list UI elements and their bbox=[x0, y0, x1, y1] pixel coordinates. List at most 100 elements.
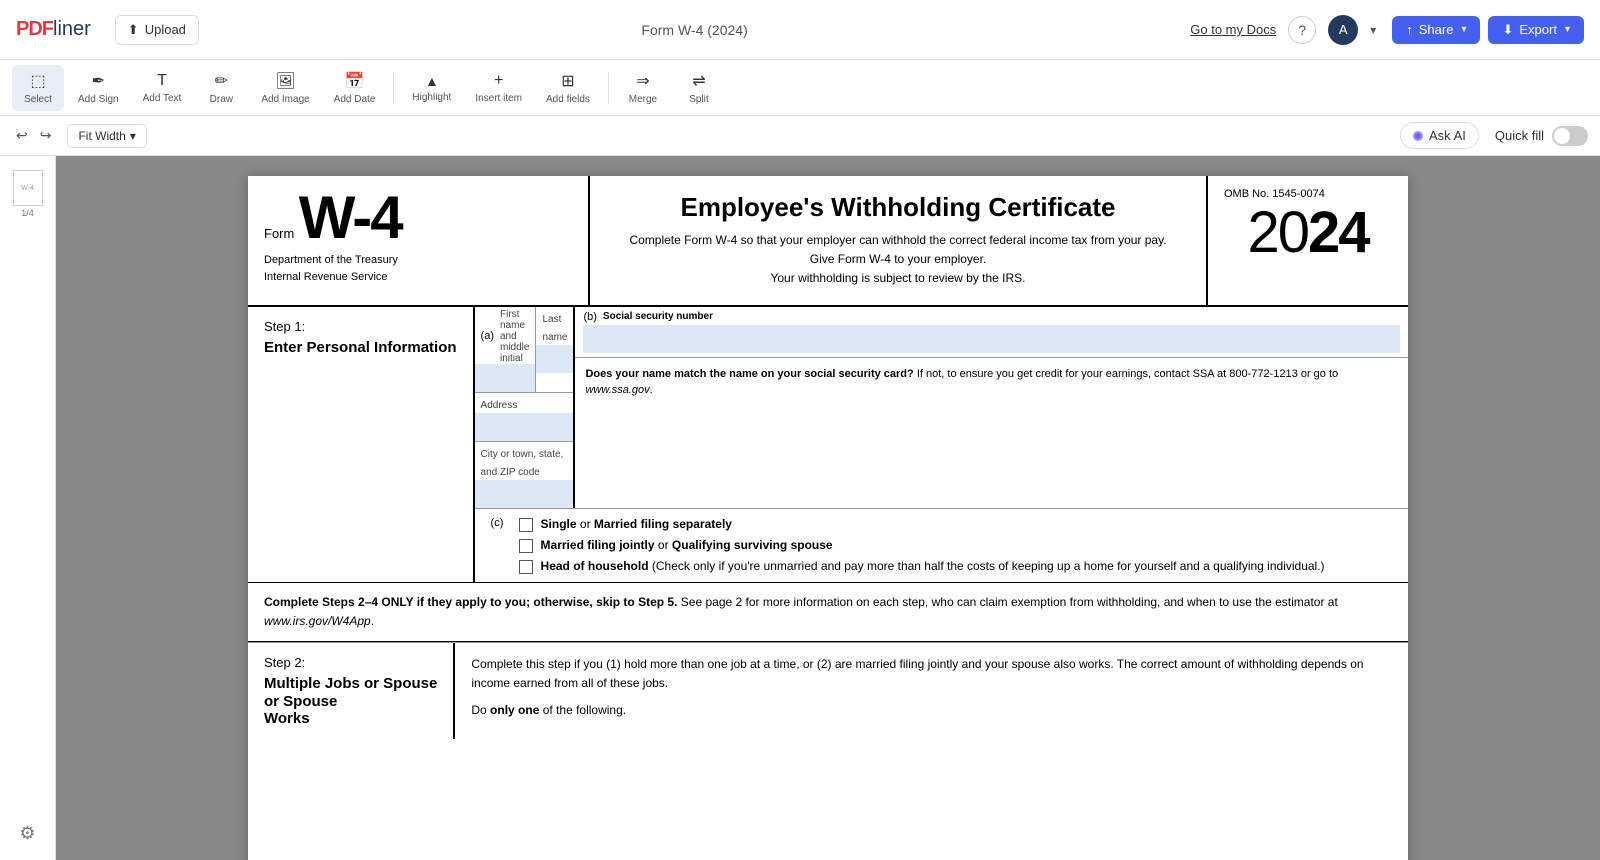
step2-num: Step 2: bbox=[264, 655, 437, 670]
toolbar: ⬚ Select ✒ Add Sign T Add Text ✏ Draw 🖼 … bbox=[0, 60, 1600, 116]
w4-header-center: Employee's Withholding Certificate Compl… bbox=[588, 176, 1208, 305]
upload-button[interactable]: ⬆ Upload bbox=[115, 15, 199, 45]
draw-tool[interactable]: ✏ Draw bbox=[195, 65, 247, 111]
help-button[interactable]: ? bbox=[1288, 16, 1316, 44]
ssn-input[interactable] bbox=[583, 325, 1400, 353]
subtitle-3: Your withholding is subject to review by… bbox=[606, 269, 1190, 288]
thumb-image-1: W-4 bbox=[13, 170, 43, 206]
ask-ai-label: Ask AI bbox=[1429, 128, 1466, 143]
city-cell: City or town, state, and ZIP code bbox=[475, 442, 574, 508]
highlight-tool[interactable]: ▲ Highlight bbox=[402, 67, 461, 109]
right-note-bold: Does your name match the name on your so… bbox=[585, 368, 913, 380]
page-num-1: 1/4 bbox=[21, 208, 34, 218]
add-image-tool[interactable]: 🖼 Add Image bbox=[251, 65, 319, 111]
draw-label: Draw bbox=[210, 94, 233, 105]
step2-title-third: Works bbox=[264, 710, 437, 727]
field-c-label: (c) bbox=[491, 517, 511, 529]
field-b-label: (b) bbox=[583, 311, 596, 323]
avatar[interactable]: A bbox=[1328, 15, 1358, 45]
year-display: 2024 bbox=[1224, 204, 1392, 262]
last-name-cell: Last name bbox=[536, 307, 573, 392]
checkbox-row-1: (c) Single or Married filing separately bbox=[491, 517, 1392, 532]
toggle-knob bbox=[1554, 128, 1570, 144]
share-button[interactable]: ↑ Share ▾ bbox=[1392, 16, 1480, 44]
quick-fill-label: Quick fill bbox=[1495, 128, 1544, 143]
first-name-cell: (a) First name and middle initial bbox=[475, 307, 537, 392]
step1-label: Step 1: Enter Personal Information bbox=[248, 307, 475, 582]
redo-button[interactable]: ↪ bbox=[36, 123, 56, 148]
document-viewer[interactable]: Form W-4 Department of the Treasury Inte… bbox=[56, 156, 1600, 860]
name-fields: (a) First name and middle initial Last n… bbox=[475, 307, 574, 508]
undo-button[interactable]: ↩ bbox=[12, 123, 32, 148]
highlight-icon: ▲ bbox=[425, 73, 439, 89]
w4-header: Form W-4 Department of the Treasury Inte… bbox=[248, 176, 1408, 307]
dept-info: Department of the Treasury Internal Reve… bbox=[264, 252, 572, 285]
ssn-and-note: (b) Social security number Does your nam… bbox=[573, 307, 1408, 508]
w4-header-left: Form W-4 Department of the Treasury Inte… bbox=[248, 176, 588, 305]
add-fields-label: Add fields bbox=[546, 94, 590, 105]
export-button[interactable]: ⬇ Export ▾ bbox=[1488, 16, 1584, 44]
insert-icon: + bbox=[494, 72, 503, 90]
header-dropdown-arrow[interactable]: ▾ bbox=[1370, 23, 1376, 37]
step2-row: Step 2: Multiple Jobs or Spouse or Spous… bbox=[248, 642, 1408, 740]
dept-line2: Internal Revenue Service bbox=[264, 269, 572, 286]
add-text-tool[interactable]: T Add Text bbox=[133, 66, 192, 110]
main-title: Employee's Withholding Certificate bbox=[606, 192, 1190, 223]
toolbar-separator-2 bbox=[608, 72, 609, 104]
insert-label: Insert item bbox=[475, 93, 522, 104]
doc-title: Form W-4 (2024) bbox=[215, 22, 1174, 38]
page-thumbnail-1[interactable]: W-4 1/4 bbox=[6, 164, 50, 224]
checkbox-married-jointly[interactable] bbox=[519, 539, 533, 553]
step1-content: (a) First name and middle initial Last n… bbox=[475, 307, 1408, 582]
checkbox-single[interactable] bbox=[519, 518, 533, 532]
header-right: Go to my Docs ? A ▾ bbox=[1190, 15, 1376, 45]
add-date-tool[interactable]: 📅 Add Date bbox=[324, 65, 386, 111]
checkbox2-text: Married filing jointly or Qualifying sur… bbox=[541, 538, 833, 552]
add-sign-label: Add Sign bbox=[78, 94, 119, 105]
first-name-input[interactable] bbox=[475, 364, 536, 392]
select-tool[interactable]: ⬚ Select bbox=[12, 65, 64, 111]
image-icon: 🖼 bbox=[275, 71, 295, 91]
step1-num: Step 1: bbox=[264, 319, 457, 334]
fit-width-chevron: ▾ bbox=[130, 129, 136, 143]
merge-tool[interactable]: ⇒ Merge bbox=[617, 65, 669, 111]
top-fields-row: (a) First name and middle initial Last n… bbox=[475, 307, 1408, 508]
city-label: City or town, state, and ZIP code bbox=[481, 449, 564, 478]
checkbox-head-of-household[interactable] bbox=[519, 560, 533, 574]
w4-header-right: OMB No. 1545-0074 2024 bbox=[1208, 176, 1408, 305]
checkbox-row-2: Married filing jointly or Qualifying sur… bbox=[491, 538, 1392, 553]
filing-status-section: (c) Single or Married filing separately … bbox=[475, 508, 1408, 582]
share-icon: ↑ bbox=[1406, 22, 1413, 37]
complete-steps-note: Complete Steps 2–4 ONLY if they apply to… bbox=[248, 583, 1408, 642]
fit-width-button[interactable]: Fit Width ▾ bbox=[67, 124, 146, 148]
merge-label: Merge bbox=[629, 94, 657, 105]
share-label: Share bbox=[1419, 22, 1454, 37]
city-input[interactable] bbox=[475, 480, 574, 508]
address-input[interactable] bbox=[475, 413, 574, 441]
step2-content: Complete this step if you (1) hold more … bbox=[455, 643, 1408, 740]
share-chevron: ▾ bbox=[1461, 24, 1466, 35]
export-icon: ⬇ bbox=[1502, 22, 1513, 38]
address-label: Address bbox=[481, 400, 518, 411]
step2-title-second: or Spouse bbox=[264, 693, 437, 710]
name-row: (a) First name and middle initial Last n… bbox=[475, 307, 574, 393]
date-icon: 📅 bbox=[345, 71, 365, 91]
upload-icon: ⬆ bbox=[128, 22, 139, 38]
form-word: Form bbox=[264, 226, 294, 241]
go-to-docs-link[interactable]: Go to my Docs bbox=[1190, 22, 1276, 37]
select-label: Select bbox=[24, 94, 52, 105]
insert-item-tool[interactable]: + Insert item bbox=[465, 66, 532, 110]
ai-icon bbox=[1413, 131, 1423, 141]
add-fields-tool[interactable]: ⊞ Add fields bbox=[536, 65, 600, 111]
sign-icon: ✒ bbox=[92, 71, 105, 91]
add-sign-tool[interactable]: ✒ Add Sign bbox=[68, 65, 129, 111]
step2-desc2: Do only one of the following. bbox=[471, 701, 1392, 720]
quick-fill-toggle[interactable] bbox=[1552, 126, 1588, 146]
ask-ai-button[interactable]: Ask AI bbox=[1400, 122, 1479, 149]
split-tool[interactable]: ⇌ Split bbox=[673, 65, 725, 111]
subtitle-1: Complete Form W-4 so that your employer … bbox=[606, 231, 1190, 250]
last-name-input[interactable] bbox=[536, 345, 573, 373]
export-label: Export bbox=[1519, 22, 1557, 37]
fit-width-label: Fit Width bbox=[78, 129, 125, 143]
settings-icon[interactable]: ⚙ bbox=[11, 815, 43, 852]
